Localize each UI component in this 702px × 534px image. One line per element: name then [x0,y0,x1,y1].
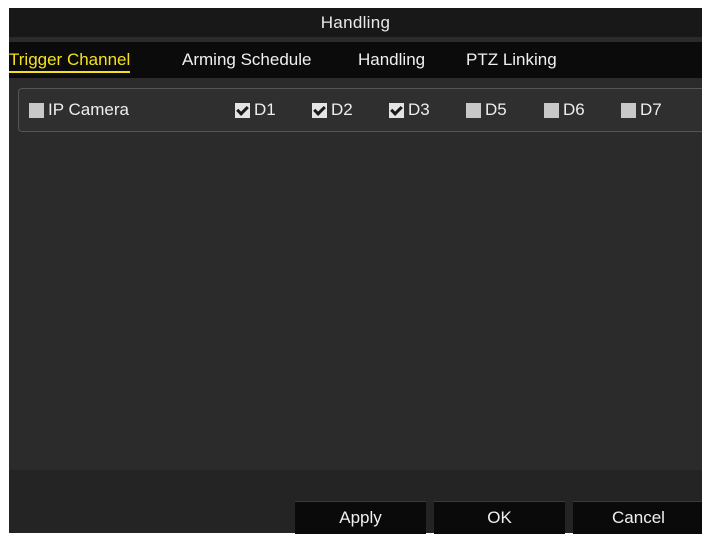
ok-button[interactable]: OK [434,501,565,534]
checkbox-d2[interactable]: D2 [312,100,353,120]
checkbox-d2-box[interactable] [312,102,327,118]
trigger-channel-panel: IP Camera D1 D2 D3 D5 D6 D7 [18,88,702,132]
checkbox-d5-box[interactable] [466,102,481,118]
tab-handling[interactable]: Handling [358,50,425,70]
checkbox-ip-camera-label: IP Camera [48,100,129,119]
handling-dialog: Handling Trigger Channel Arming Schedule… [9,8,702,534]
checkbox-ip-camera[interactable]: IP Camera [29,100,129,120]
checkbox-d6-box[interactable] [544,102,559,118]
checkbox-d5-label: D5 [485,100,507,119]
checkbox-d3[interactable]: D3 [389,100,430,120]
checkbox-ip-camera-box[interactable] [29,102,44,118]
dialog-title: Handling [320,12,391,32]
checkbox-d5[interactable]: D5 [466,100,507,120]
tab-bar: Trigger Channel Arming Schedule Handling… [9,42,702,78]
checkbox-d7[interactable]: D7 [621,100,662,120]
checkbox-d3-label: D3 [408,100,430,119]
dialog-footer: Apply OK Cancel [9,470,702,534]
apply-button[interactable]: Apply [295,501,426,534]
checkbox-d1[interactable]: D1 [235,100,276,120]
checkbox-d6-label: D6 [563,100,585,119]
checkbox-d1-box[interactable] [235,102,250,118]
checkbox-d7-box[interactable] [621,102,636,118]
checkbox-d1-label: D1 [254,100,276,119]
tab-ptz-linking[interactable]: PTZ Linking [466,50,557,70]
cancel-button[interactable]: Cancel [573,501,702,534]
checkbox-d7-label: D7 [640,100,662,119]
checkbox-d6[interactable]: D6 [544,100,585,120]
tab-arming-schedule[interactable]: Arming Schedule [182,50,311,70]
tab-trigger-channel[interactable]: Trigger Channel [9,50,131,73]
checkbox-d3-box[interactable] [389,102,404,118]
checkbox-d2-label: D2 [331,100,353,119]
dialog-title-bar: Handling [9,8,702,37]
